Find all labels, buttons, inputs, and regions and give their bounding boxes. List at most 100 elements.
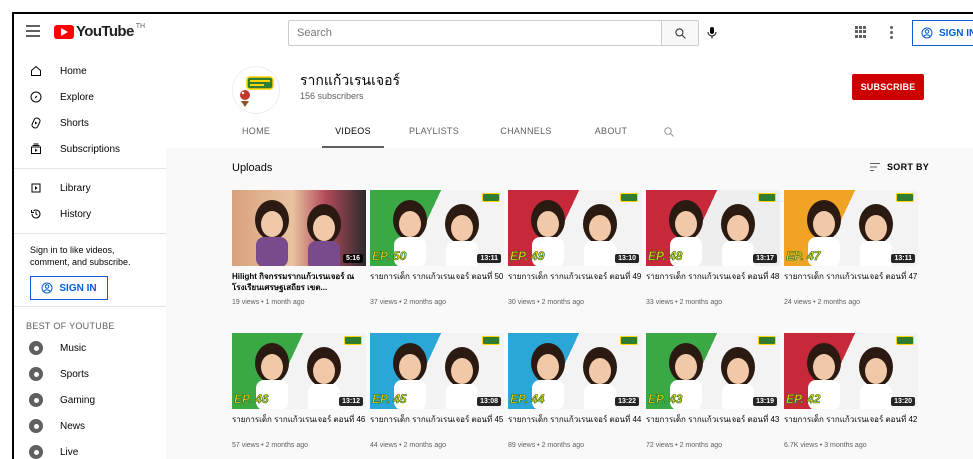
sidebar-item-sports[interactable]: Sports bbox=[14, 361, 166, 387]
sidebar-item-subscriptions[interactable]: Subscriptions bbox=[14, 136, 166, 162]
sidebar-item-home[interactable]: Home bbox=[14, 58, 166, 84]
channel-watermark-icon bbox=[896, 336, 914, 345]
episode-label: EP. 48 bbox=[648, 249, 683, 264]
video-title[interactable]: Hilight กิจกรรมรากแก้วเรนเจอร์ ณ โรงเรีย… bbox=[232, 271, 366, 293]
music-icon bbox=[29, 341, 43, 355]
tab-about[interactable]: ABOUT bbox=[568, 126, 654, 148]
episode-label: EP. 44 bbox=[510, 392, 545, 407]
video-thumbnail[interactable]: EP. 43 13:19 bbox=[646, 333, 780, 409]
channel-header: รากแก้วเรนเจอร์ 156 subscribers SUBSCRIB… bbox=[166, 52, 973, 148]
video-card[interactable]: EP. 50 13:11 รายการเด็ก รากแก้วเรนเจอร์ ตอ… bbox=[370, 190, 504, 306]
tab-home[interactable]: HOME bbox=[242, 126, 322, 148]
sign-in-button[interactable]: SIGN IN bbox=[912, 20, 973, 46]
sidebar-item-label: Music bbox=[60, 342, 87, 354]
sidebar-item-explore[interactable]: Explore bbox=[14, 84, 166, 110]
best-of-youtube-heading: BEST OF YOUTUBE bbox=[26, 321, 115, 331]
sidebar-item-music[interactable]: Music bbox=[14, 335, 166, 361]
sidebar-item-label: Subscriptions bbox=[60, 143, 121, 155]
video-meta: 33 views • 2 months ago bbox=[646, 299, 722, 306]
video-thumbnail[interactable]: EP. 48 13:17 bbox=[646, 190, 780, 266]
sidebar-item-label: Live bbox=[60, 446, 79, 458]
sidebar-item-label: Gaming bbox=[60, 394, 96, 406]
more-options-icon[interactable] bbox=[890, 26, 894, 41]
video-title[interactable]: รายการเด็ก รากแก้วเรนเจอร์ ตอนที่ 49 bbox=[508, 271, 642, 293]
sign-in-prompt: Sign in to like videos, comment, and sub… bbox=[30, 245, 131, 267]
sidebar-item-label: Explore bbox=[60, 91, 94, 103]
explore-icon bbox=[28, 89, 44, 105]
shorts-icon bbox=[28, 115, 44, 131]
subscriptions-icon bbox=[28, 141, 44, 157]
video-meta: 72 views • 2 months ago bbox=[646, 442, 722, 449]
apps-grid-icon[interactable] bbox=[855, 26, 867, 38]
video-thumbnail[interactable]: 5:16 bbox=[232, 190, 366, 266]
sidebar-item-library[interactable]: Library bbox=[14, 175, 166, 201]
video-card[interactable]: EP. 47 13:11 รายการเด็ก รากแก้วเรนเจอร์ ตอ… bbox=[784, 190, 918, 306]
sign-in-label: SIGN IN bbox=[59, 282, 97, 294]
video-title[interactable]: รายการเด็ก รากแก้วเรนเจอร์ ตอนที่ 50 bbox=[370, 271, 504, 293]
gaming-icon bbox=[29, 393, 43, 407]
video-meta: 89 views • 2 months ago bbox=[508, 442, 584, 449]
video-card[interactable]: EP. 48 13:17 รายการเด็ก รากแก้วเรนเจอร์ ตอ… bbox=[646, 190, 780, 306]
sidebar: Home Explore Shorts Subscriptions Librar… bbox=[14, 52, 166, 459]
youtube-logo[interactable]: YouTube TH bbox=[54, 23, 145, 40]
sidebar-item-shorts[interactable]: Shorts bbox=[14, 110, 166, 136]
menu-icon[interactable] bbox=[26, 25, 40, 39]
channel-watermark-icon bbox=[344, 336, 362, 345]
search-icon bbox=[674, 27, 686, 39]
video-card[interactable]: 5:16 Hilight กิจกรรมรากแก้วเรนเจอร์ ณ โรง… bbox=[232, 190, 366, 306]
video-card[interactable]: EP. 43 13:19 รายการเด็ก รากแก้วเรนเจอร์ ตอ… bbox=[646, 333, 780, 449]
video-title[interactable]: รายการเด็ก รากแก้วเรนเจอร์ ตอนที่ 47 bbox=[784, 271, 918, 293]
video-duration: 13:20 bbox=[891, 397, 915, 406]
channel-watermark-icon bbox=[758, 336, 776, 345]
channel-name: รากแก้วเรนเจอร์ bbox=[300, 72, 401, 88]
subscribe-button[interactable]: SUBSCRIBE bbox=[852, 74, 924, 100]
sidebar-item-news[interactable]: News bbox=[14, 413, 166, 439]
video-thumbnail[interactable]: EP. 45 13:08 bbox=[370, 333, 504, 409]
video-thumbnail[interactable]: EP. 46 13:12 bbox=[232, 333, 366, 409]
video-meta: 57 views • 2 months ago bbox=[232, 442, 308, 449]
sort-icon bbox=[870, 163, 880, 171]
episode-label: EP. 47 bbox=[786, 249, 821, 264]
channel-logo-icon bbox=[240, 76, 274, 107]
video-title[interactable]: รายการเด็ก รากแก้วเรนเจอร์ ตอนที่ 44 bbox=[508, 414, 642, 436]
video-card[interactable]: EP. 42 13:20 รายการเด็ก รากแก้วเรนเจอร์ ตอ… bbox=[784, 333, 918, 449]
account-icon bbox=[41, 282, 53, 294]
video-title[interactable]: รายการเด็ก รากแก้วเรนเจอร์ ตอนที่ 43 bbox=[646, 414, 780, 436]
account-icon bbox=[921, 27, 933, 39]
video-card[interactable]: EP. 44 13:22 รายการเด็ก รากแก้วเรนเจอร์ ตอ… bbox=[508, 333, 642, 449]
video-thumbnail[interactable]: EP. 44 13:22 bbox=[508, 333, 642, 409]
video-duration: 13:12 bbox=[339, 397, 363, 406]
tab-search[interactable] bbox=[654, 126, 684, 148]
video-thumbnail[interactable]: EP. 42 13:20 bbox=[784, 333, 918, 409]
video-card[interactable]: EP. 45 13:08 รายการเด็ก รากแก้วเรนเจอร์ ตอ… bbox=[370, 333, 504, 449]
sidebar-sign-in-button[interactable]: SIGN IN bbox=[30, 276, 108, 300]
sort-by-button[interactable]: SORT BY bbox=[869, 162, 929, 172]
search-input[interactable] bbox=[288, 20, 662, 46]
channel-avatar[interactable] bbox=[232, 66, 280, 114]
search-button[interactable] bbox=[661, 20, 699, 46]
voice-search-button[interactable] bbox=[700, 21, 724, 45]
episode-label: EP. 50 bbox=[372, 249, 407, 264]
video-thumbnail[interactable]: EP. 50 13:11 bbox=[370, 190, 504, 266]
logo-text: YouTube bbox=[76, 23, 134, 40]
sign-in-label: SIGN IN bbox=[939, 27, 973, 39]
video-title[interactable]: รายการเด็ก รากแก้วเรนเจอร์ ตอนที่ 45 bbox=[370, 414, 504, 436]
video-duration: 13:11 bbox=[477, 254, 501, 263]
video-thumbnail[interactable]: EP. 49 13:10 bbox=[508, 190, 642, 266]
video-duration: 13:08 bbox=[477, 397, 501, 406]
sidebar-item-history[interactable]: History bbox=[14, 201, 166, 227]
sidebar-item-live[interactable]: Live bbox=[14, 439, 166, 459]
sidebar-item-gaming[interactable]: Gaming bbox=[14, 387, 166, 413]
video-title[interactable]: รายการเด็ก รากแก้วเรนเจอร์ ตอนที่ 46 bbox=[232, 414, 366, 436]
video-title[interactable]: รายการเด็ก รากแก้วเรนเจอร์ ตอนที่ 42 bbox=[784, 414, 918, 436]
video-title[interactable]: รายการเด็ก รากแก้วเรนเจอร์ ตอนที่ 48 bbox=[646, 271, 780, 293]
youtube-window: YouTube TH SIGN IN Home Explore Shorts bbox=[12, 12, 973, 459]
video-thumbnail[interactable]: EP. 47 13:11 bbox=[784, 190, 918, 266]
tab-playlists[interactable]: PLAYLISTS bbox=[384, 126, 484, 148]
tab-videos[interactable]: VIDEOS bbox=[322, 126, 384, 148]
video-card[interactable]: EP. 49 13:10 รายการเด็ก รากแก้วเรนเจอร์ ตอ… bbox=[508, 190, 642, 306]
video-duration: 5:16 bbox=[342, 254, 363, 263]
tab-channels[interactable]: CHANNELS bbox=[484, 126, 568, 148]
video-duration: 13:10 bbox=[615, 254, 639, 263]
video-card[interactable]: EP. 46 13:12 รายการเด็ก รากแก้วเรนเจอร์ ตอ… bbox=[232, 333, 366, 449]
